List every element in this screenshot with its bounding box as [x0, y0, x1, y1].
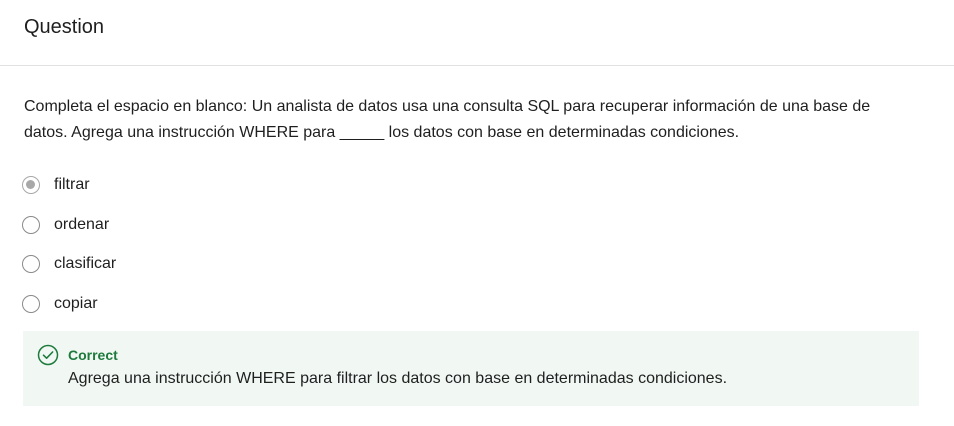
- option-ordenar[interactable]: ordenar: [22, 212, 622, 238]
- option-filtrar[interactable]: filtrar: [22, 172, 622, 198]
- question-prompt: Completa el espacio en blanco: Un analis…: [24, 98, 871, 141]
- option-label: ordenar: [54, 215, 110, 233]
- radio-unselected-icon[interactable]: [22, 294, 40, 313]
- page-title: Question: [24, 16, 105, 38]
- quiz-page: Question Completa el espacio en blanco: …: [0, 0, 954, 426]
- option-label: copiar: [54, 294, 98, 312]
- feedback-message: Agrega una instrucción WHERE para filtra…: [68, 370, 728, 387]
- feedback-panel: Correct Agrega una instrucción WHERE par…: [23, 331, 919, 406]
- check-circle-icon: [37, 344, 59, 366]
- radio-unselected-icon[interactable]: [22, 215, 40, 234]
- radio-unselected-icon[interactable]: [22, 255, 40, 273]
- feedback-status: Correct: [68, 347, 118, 363]
- option-copiar[interactable]: copiar: [22, 291, 622, 317]
- answer-options: filtrar ordenar clasificar copiar: [22, 172, 622, 330]
- option-label: clasificar: [54, 255, 117, 272]
- radio-selected-icon[interactable]: [22, 176, 40, 194]
- question-header: Question: [0, 0, 954, 66]
- option-clasificar[interactable]: clasificar: [22, 251, 622, 277]
- option-label: filtrar: [54, 176, 90, 193]
